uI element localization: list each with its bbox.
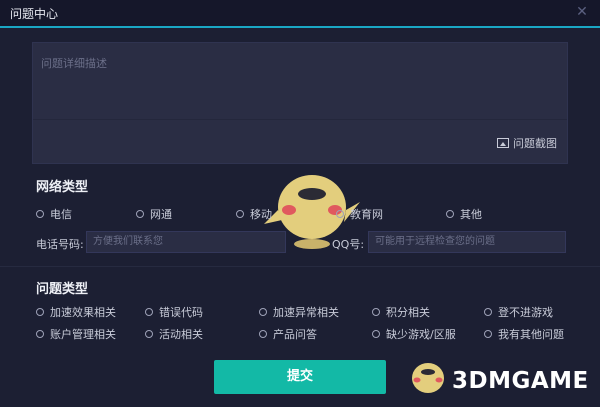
- phone-placeholder: 方便我们联系您: [93, 236, 163, 247]
- radio-circle: [372, 308, 380, 316]
- radio-label: 网通: [150, 208, 172, 221]
- radio-problem-cannot-login[interactable]: 登不进游戏: [484, 304, 553, 320]
- radio-network-netcom[interactable]: 网通: [136, 206, 172, 222]
- radio-circle: [484, 330, 492, 338]
- radio-label: 其他: [460, 208, 482, 221]
- radio-circle: [372, 330, 380, 338]
- radio-circle: [259, 330, 267, 338]
- problem-type-title: 问题类型: [36, 282, 89, 297]
- radio-circle: [36, 210, 44, 218]
- radio-circle: [446, 210, 454, 218]
- radio-circle: [136, 210, 144, 218]
- description-placeholder: 问题详细描述: [41, 57, 107, 70]
- radio-label: 移动: [250, 208, 272, 221]
- radio-label: 教育网: [350, 208, 383, 221]
- radio-problem-error-code[interactable]: 错误代码: [145, 304, 203, 320]
- submit-button[interactable]: 提交: [214, 360, 386, 394]
- radio-problem-other[interactable]: 我有其他问题: [484, 326, 564, 342]
- radio-label: 账户管理相关: [50, 328, 116, 341]
- close-icon[interactable]: ✕: [574, 4, 590, 20]
- radio-label: 登不进游戏: [498, 306, 553, 319]
- screenshot-label: 问题截图: [513, 137, 557, 150]
- phone-label: 电话号码:: [36, 238, 84, 251]
- radio-circle: [145, 308, 153, 316]
- qq-label: QQ号:: [332, 238, 365, 251]
- qq-placeholder: 可能用于远程检查您的问题: [375, 236, 495, 247]
- radio-problem-missing-game[interactable]: 缺少游戏/区服: [372, 326, 456, 342]
- radio-problem-product-qa[interactable]: 产品问答: [259, 326, 317, 342]
- phone-input[interactable]: 方便我们联系您: [86, 231, 286, 253]
- radio-label: 电信: [50, 208, 72, 221]
- radio-label: 活动相关: [159, 328, 203, 341]
- radio-problem-speed-abnormal[interactable]: 加速异常相关: [259, 304, 339, 320]
- watermark-text: 3DMGAME: [452, 368, 589, 394]
- radio-label: 我有其他问题: [498, 328, 564, 341]
- radio-label: 加速效果相关: [50, 306, 116, 319]
- radio-label: 加速异常相关: [273, 306, 339, 319]
- radio-circle: [484, 308, 492, 316]
- radio-label: 产品问答: [273, 328, 317, 341]
- qq-input[interactable]: 可能用于远程检查您的问题: [368, 231, 566, 253]
- description-divider: [33, 119, 567, 120]
- radio-problem-activity[interactable]: 活动相关: [145, 326, 203, 342]
- window-title: 问题中心: [10, 7, 59, 21]
- radio-label: 缺少游戏/区服: [386, 328, 456, 341]
- radio-label: 错误代码: [159, 306, 203, 319]
- radio-circle: [336, 210, 344, 218]
- description-textarea[interactable]: 问题详细描述 问题截图: [32, 42, 568, 164]
- radio-network-other[interactable]: 其他: [446, 206, 482, 222]
- screenshot-button[interactable]: 问题截图: [497, 135, 557, 151]
- radio-network-mobile[interactable]: 移动: [236, 206, 272, 222]
- radio-circle: [36, 308, 44, 316]
- radio-network-education[interactable]: 教育网: [336, 206, 383, 222]
- radio-problem-points[interactable]: 积分相关: [372, 304, 430, 320]
- radio-problem-speed-effect[interactable]: 加速效果相关: [36, 304, 116, 320]
- title-bar: 问题中心 ✕: [0, 0, 600, 28]
- section-divider: [0, 266, 600, 267]
- network-type-title: 网络类型: [36, 180, 89, 195]
- image-icon: [497, 138, 509, 148]
- watermark-mascot-image: [412, 363, 444, 393]
- radio-problem-account[interactable]: 账户管理相关: [36, 326, 116, 342]
- radio-network-telecom[interactable]: 电信: [36, 206, 72, 222]
- radio-circle: [259, 308, 267, 316]
- radio-label: 积分相关: [386, 306, 430, 319]
- radio-circle: [145, 330, 153, 338]
- radio-circle: [36, 330, 44, 338]
- radio-circle: [236, 210, 244, 218]
